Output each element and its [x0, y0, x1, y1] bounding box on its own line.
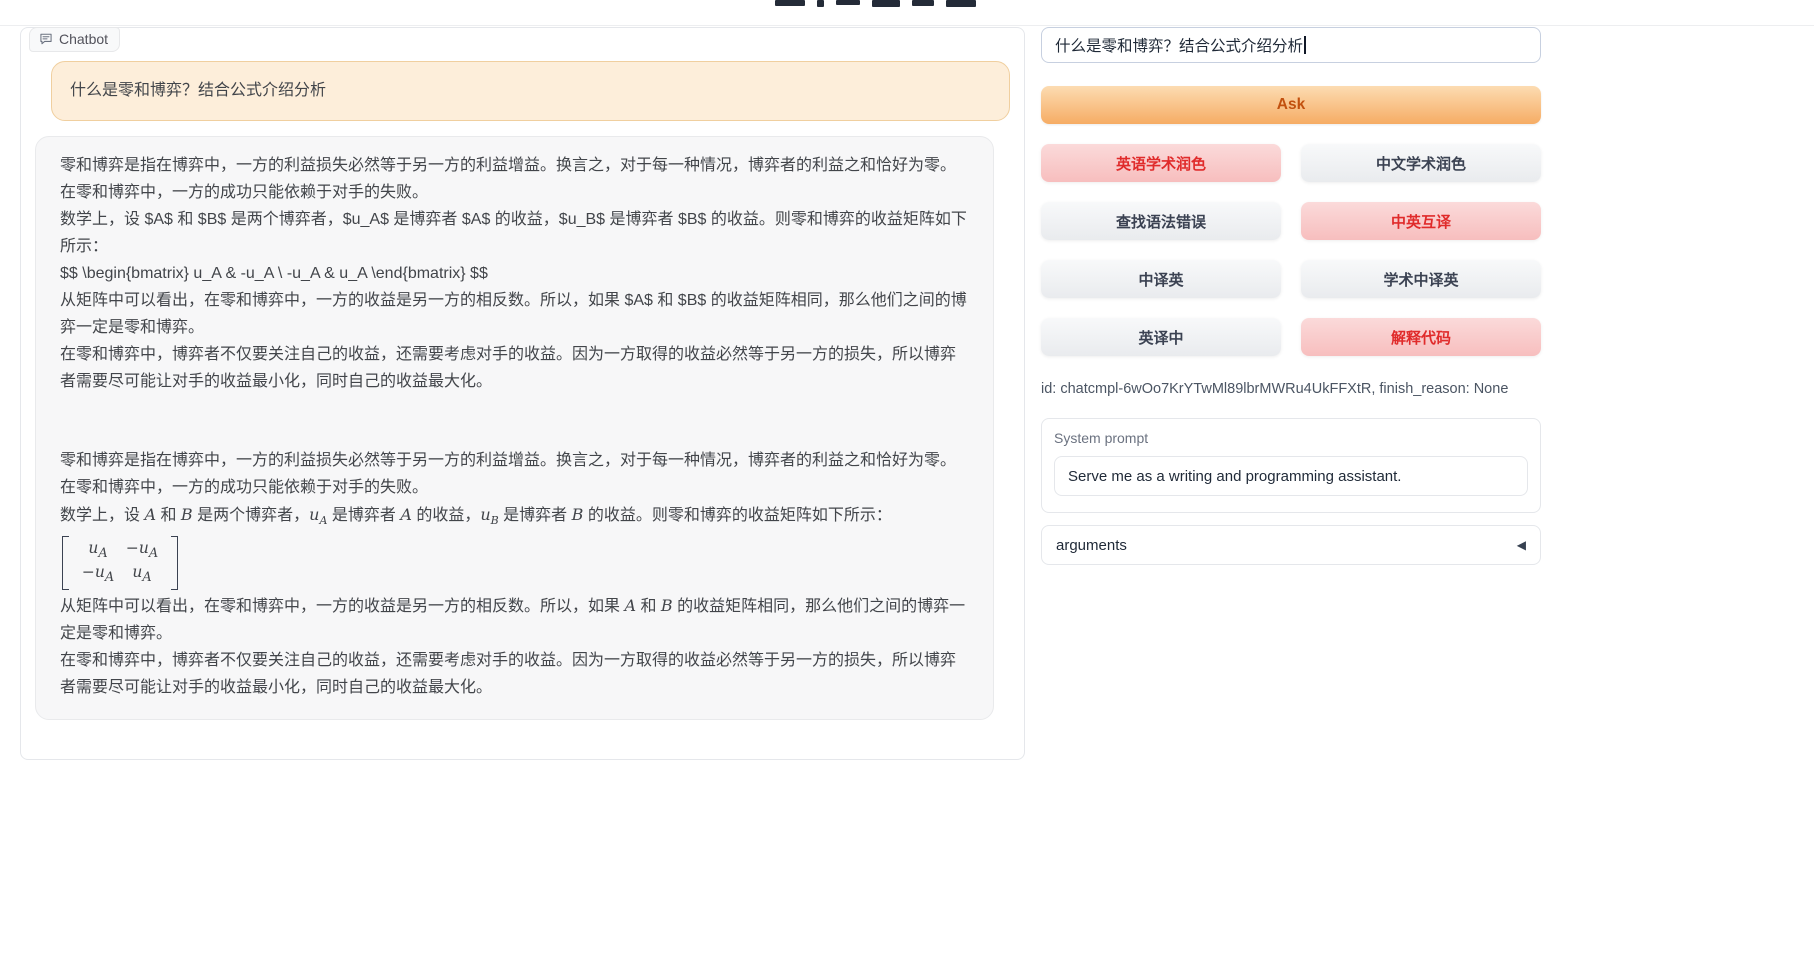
title-glyph-fragment: [872, 0, 900, 7]
bot-raw-paragraph: 在零和博弈中，博弈者不仅要关注自己的收益，还需要考虑对手的收益。因为一方取得的收…: [60, 341, 969, 395]
title-glyph-fragment: [946, 0, 976, 7]
math-var: A: [400, 505, 412, 524]
bot-rendered-paragraph: 在零和博弈中，博弈者不仅要关注自己的收益，还需要考虑对手的收益。因为一方取得的收…: [60, 647, 969, 701]
system-prompt-group: System prompt Serve me as a writing and …: [1041, 418, 1541, 513]
text-run: 是博弈者: [499, 507, 572, 524]
bot-message-bubble: 零和博弈是指在博弈中，一方的利益损失必然等于另一方的利益增益。换言之，对于每一种…: [35, 136, 994, 720]
text-caret: [1304, 36, 1306, 54]
chatbot-label: Chatbot: [29, 27, 120, 52]
chat-bubble-icon: [39, 32, 53, 46]
math-var: A: [144, 505, 156, 524]
math-var: uA: [309, 505, 327, 524]
system-prompt-value: Serve me as a writing and programming as…: [1068, 468, 1401, 485]
text-run: 的收益。则零和博弈的收益矩阵如下所示：: [583, 507, 891, 524]
bot-answer-rendered: 零和博弈是指在博弈中，一方的利益损失必然等于另一方的利益增益。换言之，对于每一种…: [60, 447, 969, 701]
zh-en-mutual-translate-button[interactable]: 中英互译: [1301, 202, 1541, 240]
bot-answer-raw: 零和博弈是指在博弈中，一方的利益损失必然等于另一方的利益增益。换言之，对于每一种…: [60, 152, 969, 395]
app-container: Chatbot 什么是零和博弈？结合公式介绍分析 零和博弈是指在博弈中，一方的利…: [20, 27, 1541, 760]
payoff-matrix: uA −uA −uA uA: [62, 536, 178, 590]
title-glyph-fragment: [775, 0, 805, 6]
chatbot-label-text: Chatbot: [59, 31, 108, 47]
title-glyph-fragment: [836, 0, 860, 5]
title-glyph-fragment: [912, 0, 934, 6]
system-prompt-label: System prompt: [1054, 430, 1528, 446]
bot-rendered-paragraph: 从矩阵中可以看出，在零和博弈中，一方的收益是另一方的相反数。所以，如果 A 和 …: [60, 592, 969, 647]
text-run: 从矩阵中可以看出，在零和博弈中，一方的收益是另一方的相反数。所以，如果: [60, 598, 624, 615]
text-run: 和: [636, 598, 661, 615]
header-divider: [0, 25, 1814, 26]
quick-action-grid: 英语学术润色 中文学术润色 查找语法错误 中英互译 中译英 学术中译英 英译中 …: [1041, 144, 1541, 356]
matrix-cell: −uA: [76, 563, 120, 587]
find-grammar-errors-button[interactable]: 查找语法错误: [1041, 202, 1281, 240]
text-run: 数学上，设: [60, 507, 144, 524]
chinese-academic-polish-button[interactable]: 中文学术润色: [1301, 144, 1541, 182]
matrix-cell: uA: [76, 539, 120, 563]
explain-code-button[interactable]: 解释代码: [1301, 318, 1541, 356]
text-run: 是博弈者: [327, 507, 400, 524]
control-panel: 什么是零和博弈？结合公式介绍分析 Ask 英语学术润色 中文学术润色 查找语法错…: [1041, 27, 1541, 565]
math-var: B: [181, 505, 193, 524]
math-var: B: [661, 596, 673, 615]
math-var: B: [572, 505, 584, 524]
user-message-text: 什么是零和博弈？结合公式介绍分析: [70, 82, 326, 99]
response-status-text: id: chatcmpl-6wOo7KrYTwMl89lbrMWRu4UkFFX…: [1041, 381, 1541, 397]
title-glyph-fragment: [817, 0, 824, 7]
bot-raw-paragraph: 从矩阵中可以看出，在零和博弈中，一方的收益是另一方的相反数。所以，如果 $A$ …: [60, 287, 969, 341]
math-var: uB: [480, 505, 498, 524]
bot-raw-paragraph: 数学上，设 $A$ 和 $B$ 是两个博弈者，$u_A$ 是博弈者 $A$ 的收…: [60, 206, 969, 260]
text-run: 和: [156, 507, 181, 524]
text-run: 是两个博弈者，: [193, 507, 309, 524]
clipped-page-title: [775, 0, 1025, 8]
system-prompt-input[interactable]: Serve me as a writing and programming as…: [1054, 456, 1528, 496]
ask-button[interactable]: Ask: [1041, 86, 1541, 124]
matrix-cell: uA: [120, 563, 164, 587]
matrix-row: −uA uA: [76, 563, 164, 587]
question-input[interactable]: 什么是零和博弈？结合公式介绍分析: [1041, 27, 1541, 63]
accordion-label: arguments: [1056, 537, 1127, 554]
matrix-cell: −uA: [120, 539, 164, 563]
bot-rendered-paragraph: 零和博弈是指在博弈中，一方的利益损失必然等于另一方的利益增益。换言之，对于每一种…: [60, 447, 969, 501]
matrix-row: uA −uA: [76, 539, 164, 563]
text-run: 的收益，: [412, 507, 480, 524]
collapse-arrow-icon: ◀: [1517, 538, 1526, 552]
question-input-value: 什么是零和博弈？结合公式介绍分析: [1055, 34, 1303, 56]
zh-to-en-button[interactable]: 中译英: [1041, 260, 1281, 298]
bot-rendered-paragraph: 数学上，设 A 和 B 是两个博弈者，uA 是博弈者 A 的收益，uB 是博弈者…: [60, 501, 969, 534]
user-message-bubble: 什么是零和博弈？结合公式介绍分析: [51, 61, 1010, 121]
message-list: 什么是零和博弈？结合公式介绍分析 零和博弈是指在博弈中，一方的利益损失必然等于另…: [21, 28, 1024, 720]
academic-zh-to-en-button[interactable]: 学术中译英: [1301, 260, 1541, 298]
math-var: A: [624, 596, 636, 615]
en-to-zh-button[interactable]: 英译中: [1041, 318, 1281, 356]
english-academic-polish-button[interactable]: 英语学术润色: [1041, 144, 1281, 182]
chatbot-panel: Chatbot 什么是零和博弈？结合公式介绍分析 零和博弈是指在博弈中，一方的利…: [20, 27, 1025, 760]
bot-raw-formula: $$ \begin{bmatrix} u_A & -u_A \ -u_A & u…: [60, 260, 969, 287]
bot-raw-paragraph: 零和博弈是指在博弈中，一方的利益损失必然等于另一方的利益增益。换言之，对于每一种…: [60, 152, 969, 206]
arguments-accordion-header[interactable]: arguments ◀: [1041, 525, 1541, 565]
